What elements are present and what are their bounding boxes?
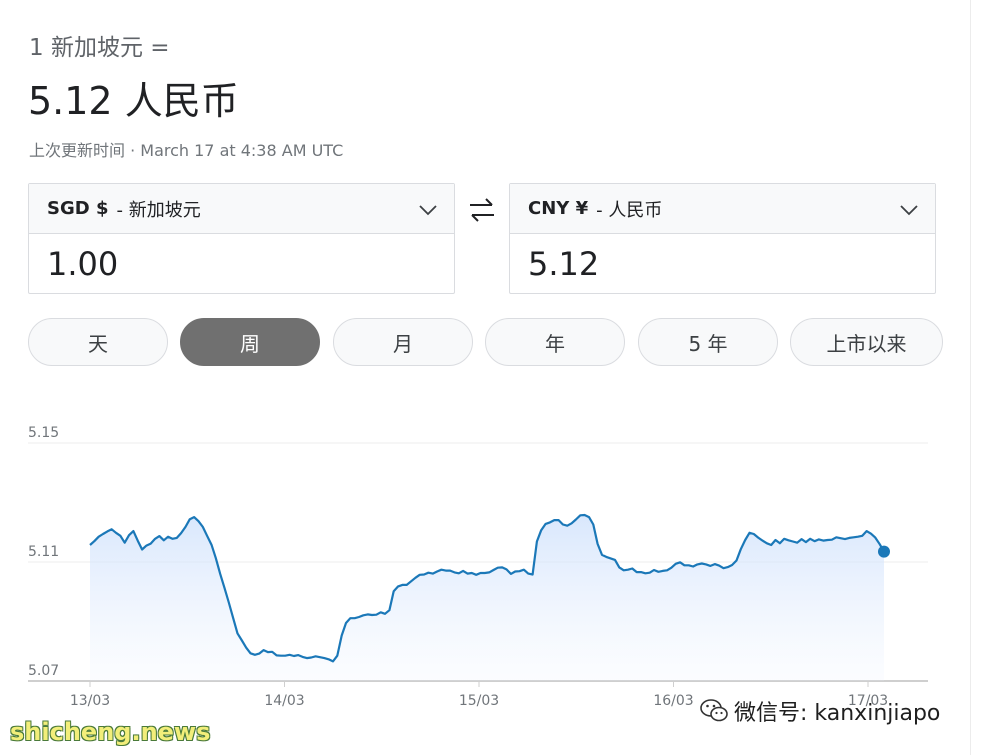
exchange-rate-chart[interactable]: 5.155.115.07 13/03 14/03 15/03 16/03 17/03: [0, 400, 960, 715]
to-currency-select[interactable]: CNY ¥ - 人民币: [510, 184, 935, 234]
conversion-subtitle: 1 新加坡元 =: [29, 35, 170, 61]
chevron-down-icon: [900, 205, 918, 216]
watermark-wechat: 微信号: kanxinjiapo: [700, 695, 940, 727]
from-currency-name: - 新加坡元: [116, 199, 201, 221]
watermark-site: shicheng.news: [10, 718, 211, 746]
chart-xtick-label: 15/03: [459, 693, 499, 709]
chart-ytick-label: 5.15: [28, 425, 59, 441]
chart-xtick-label: 16/03: [653, 693, 693, 709]
chart-xtick-label: 14/03: [264, 693, 304, 709]
from-currency-box: SGD $ - 新加坡元: [28, 183, 455, 294]
from-currency-select[interactable]: SGD $ - 新加坡元: [29, 184, 454, 234]
from-currency-code: SGD $: [47, 198, 109, 219]
range-year-button[interactable]: 年: [485, 318, 625, 366]
from-amount-input[interactable]: [29, 234, 454, 293]
conversion-rate: 5.12 人民币: [28, 79, 239, 123]
to-currency-box: CNY ¥ - 人民币: [509, 183, 936, 294]
swap-arrows-icon[interactable]: [466, 196, 498, 224]
currency-converter-page: 1 新加坡元 = 5.12 人民币 上次更新时间 · March 17 at 4…: [0, 0, 991, 755]
chart-ytick-label: 5.07: [28, 663, 59, 679]
range-month-button[interactable]: 月: [333, 318, 473, 366]
range-week-button[interactable]: 周: [180, 318, 320, 366]
last-updated-text: 上次更新时间 · March 17 at 4:38 AM UTC: [29, 141, 344, 160]
chart-ytick-label: 5.11: [28, 544, 59, 560]
range-5year-button[interactable]: 5 年: [638, 318, 778, 366]
chart-current-point[interactable]: [878, 545, 890, 558]
range-day-button[interactable]: 天: [28, 318, 168, 366]
right-divider: [970, 0, 971, 755]
chart-xtick-label: 13/03: [70, 693, 110, 709]
to-currency-name: - 人民币: [596, 199, 663, 221]
to-amount-input[interactable]: [510, 234, 935, 293]
chevron-down-icon: [419, 205, 437, 216]
wechat-icon: [700, 699, 728, 722]
range-max-button[interactable]: 上市以来: [790, 318, 943, 366]
watermark-wechat-text: 微信号: kanxinjiapo: [734, 701, 941, 726]
to-currency-code: CNY ¥: [528, 198, 589, 219]
